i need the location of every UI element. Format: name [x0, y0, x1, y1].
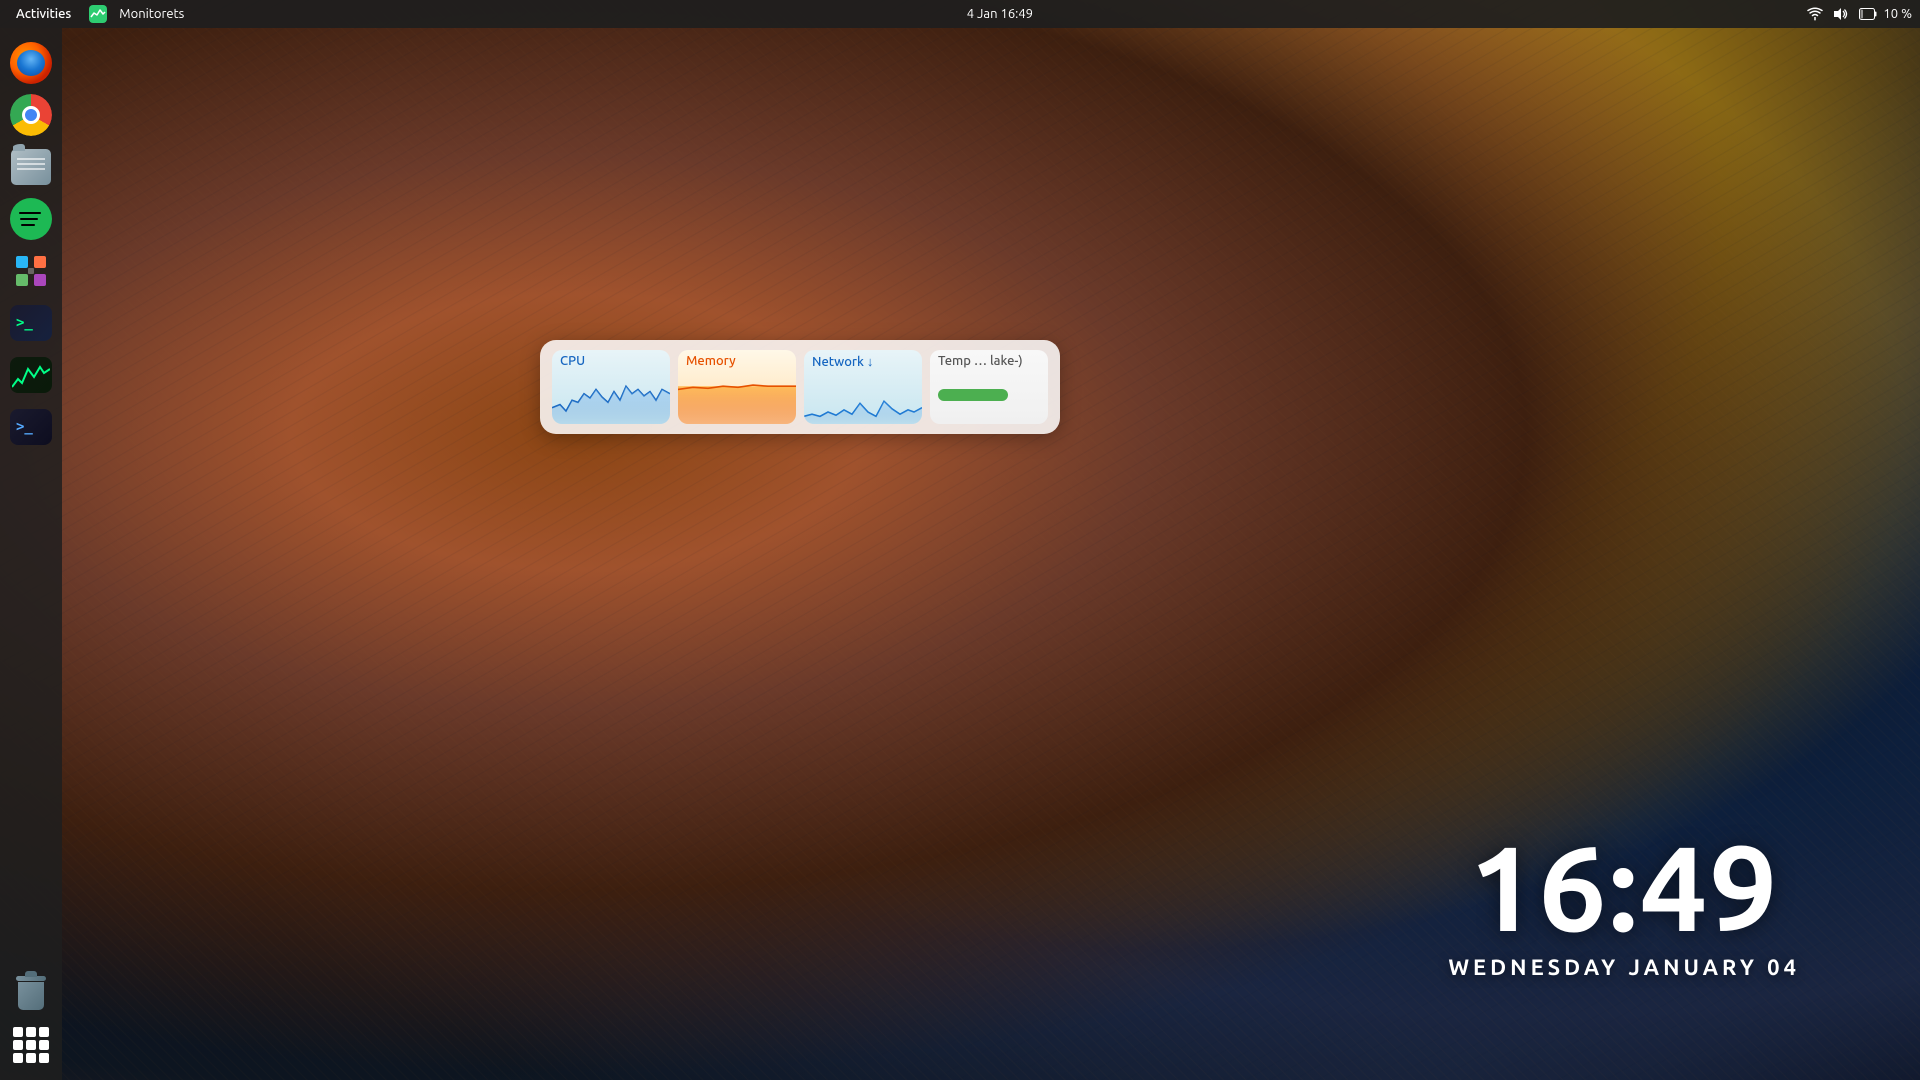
- battery-icon[interactable]: [1859, 8, 1877, 20]
- dock-item-files[interactable]: [8, 144, 54, 190]
- memory-graph-svg: [678, 370, 796, 424]
- widget-temp-graph: [930, 370, 1048, 424]
- widget-cpu-graph: [552, 370, 670, 424]
- topbar: Activities Monitorets 4 Jan 16:49: [0, 0, 1920, 28]
- dock-item-firefox[interactable]: [8, 40, 54, 86]
- widget-network[interactable]: Network ↓: [804, 350, 922, 424]
- widget-temp[interactable]: Temp … lake-): [930, 350, 1048, 424]
- dock-item-terminal2[interactable]: >_: [8, 404, 54, 450]
- widget-memory-label: Memory: [678, 350, 796, 370]
- dock-item-chrome[interactable]: [8, 92, 54, 138]
- sysmon-graph-icon: [12, 359, 50, 391]
- widget-memory[interactable]: Memory: [678, 350, 796, 424]
- dock: >_ >_: [0, 28, 62, 1080]
- activities-button[interactable]: Activities: [8, 5, 79, 23]
- dock-item-terminal[interactable]: >_: [8, 300, 54, 346]
- dock-item-appgrid[interactable]: [8, 1022, 54, 1068]
- dock-item-puzzle[interactable]: [8, 248, 54, 294]
- topbar-left: Activities Monitorets: [8, 5, 192, 23]
- app-name[interactable]: Monitorets: [111, 5, 192, 23]
- network-graph-svg: [804, 371, 922, 424]
- grid-icon: [13, 1027, 49, 1063]
- widget-memory-graph: [678, 370, 796, 424]
- widget-network-graph: [804, 371, 922, 424]
- dock-item-spotify[interactable]: [8, 196, 54, 242]
- clock-time: 16:49: [1448, 827, 1800, 947]
- widget-panel: CPU Memory: [540, 340, 1060, 434]
- topbar-center: 4 Jan 16:49: [192, 7, 1807, 21]
- puzzle-icon: [12, 252, 50, 290]
- widget-cpu-label: CPU: [552, 350, 670, 370]
- widget-temp-label: Temp … lake-): [930, 350, 1048, 370]
- wifi-icon[interactable]: [1807, 7, 1823, 21]
- volume-icon[interactable]: [1833, 7, 1849, 21]
- dock-item-sysmon[interactable]: [8, 352, 54, 398]
- widget-network-label: Network ↓: [804, 350, 922, 371]
- battery-text: 10 %: [1883, 7, 1912, 21]
- widget-cpu[interactable]: CPU: [552, 350, 670, 424]
- temp-bar: [938, 389, 1008, 401]
- topbar-datetime: 4 Jan 16:49: [967, 7, 1033, 21]
- topbar-right: 10 %: [1807, 7, 1912, 21]
- big-clock: 16:49 WEDNESDAY JANUARY 04: [1448, 827, 1800, 980]
- dock-item-trash[interactable]: [8, 970, 54, 1016]
- cpu-graph-svg: [552, 370, 670, 424]
- clock-date: WEDNESDAY JANUARY 04: [1448, 955, 1800, 980]
- monitorets-icon: [89, 5, 107, 23]
